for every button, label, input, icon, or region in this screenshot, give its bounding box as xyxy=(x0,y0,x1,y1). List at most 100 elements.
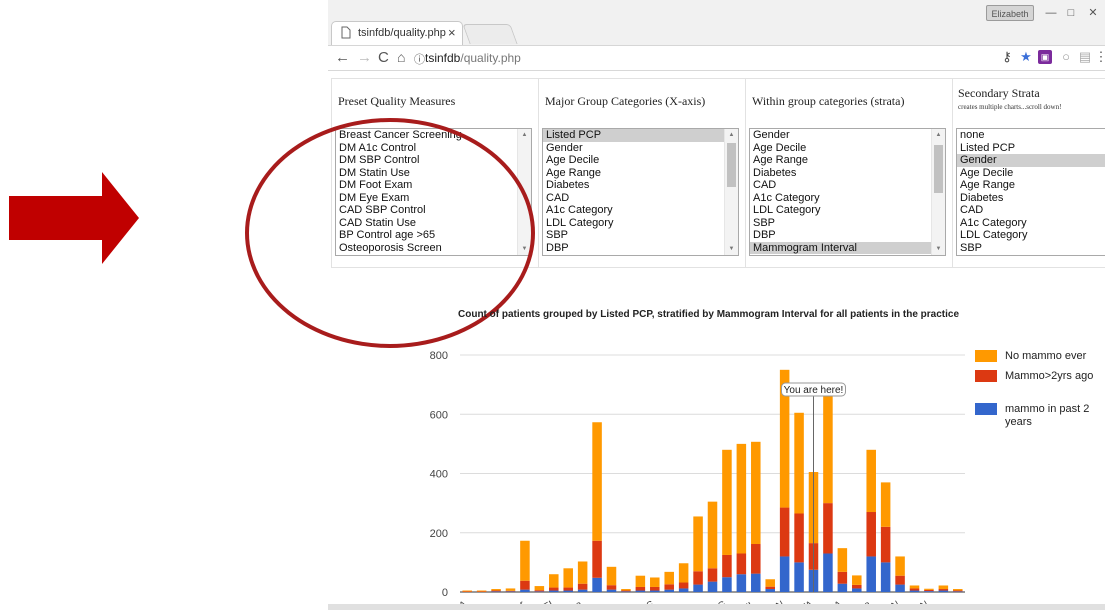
secondary-strata-listbox[interactable]: none Listed PCP Gender Age Decile Age Range D… xyxy=(956,128,1105,256)
user-profile-badge[interactable]: Elizabeth xyxy=(986,5,1034,21)
list-option[interactable]: Diabetes xyxy=(750,167,945,180)
bar-segment xyxy=(577,583,588,590)
bar-segment xyxy=(794,412,804,514)
bar-segment xyxy=(505,591,516,592)
bar-segment xyxy=(837,548,848,572)
bar-segment xyxy=(707,581,718,592)
list-option[interactable]: DBP xyxy=(543,242,738,255)
y-tick-label: 200 xyxy=(430,528,448,540)
bar-segment xyxy=(852,575,862,585)
bar-segment xyxy=(852,588,862,592)
list-option[interactable]: Mammogram Interval xyxy=(750,241,945,254)
bar-segment xyxy=(953,589,963,591)
bar-segment xyxy=(520,540,530,581)
bar-segment xyxy=(534,591,545,592)
extension-icon[interactable]: ▣ xyxy=(1038,50,1052,64)
list-option[interactable]: Gender xyxy=(543,142,738,155)
browser-tab[interactable]: tsinfdb/quality.php × xyxy=(331,21,463,45)
key-icon[interactable]: ⚷ xyxy=(1000,50,1014,64)
bar-segment xyxy=(635,590,646,592)
horizontal-scrollbar[interactable] xyxy=(328,604,1105,610)
bar-segment xyxy=(592,577,602,592)
list-option[interactable]: CAD xyxy=(543,192,738,205)
tab-close-icon[interactable]: × xyxy=(448,25,456,40)
legend-swatch xyxy=(975,370,997,382)
y-tick-label: 0 xyxy=(442,587,448,599)
info-icon[interactable]: ⓘ xyxy=(414,51,425,67)
new-tab-button[interactable] xyxy=(462,24,518,44)
list-option[interactable]: Listed PCP xyxy=(957,142,1105,155)
list-option[interactable]: Age Decile xyxy=(750,142,945,155)
bar-segment xyxy=(924,589,934,592)
list-option[interactable]: Listed PCP xyxy=(543,129,738,142)
bar-segment xyxy=(794,513,804,563)
forward-icon[interactable]: → xyxy=(357,49,372,66)
extension-pdf-icon[interactable]: ▤ xyxy=(1078,50,1092,64)
bar-segment xyxy=(563,568,573,588)
list-option[interactable]: LDL Category xyxy=(957,229,1105,242)
minimize-button[interactable]: — xyxy=(1042,5,1060,21)
list-option[interactable]: Age Decile xyxy=(957,167,1105,180)
bar-segment xyxy=(895,556,905,576)
bar-segment xyxy=(606,585,617,590)
list-option[interactable]: none xyxy=(957,129,1105,142)
list-option[interactable]: Gender xyxy=(750,129,945,142)
bar-segment xyxy=(549,587,559,591)
list-option[interactable]: Age Range xyxy=(750,154,945,167)
bar-segment xyxy=(491,591,501,592)
list-option[interactable]: DBP xyxy=(750,229,945,242)
list-option[interactable]: LDL Category xyxy=(543,217,738,230)
list-option[interactable]: Age Range xyxy=(957,179,1105,192)
bar-segment xyxy=(895,584,905,592)
secondary-header: Secondary Strata xyxy=(958,86,1040,100)
list-option[interactable]: A1c Category xyxy=(957,217,1105,230)
list-option[interactable]: Gender xyxy=(957,154,1105,167)
scrollbar[interactable]: ▲ ▼ xyxy=(931,129,945,255)
menu-kebab-icon[interactable]: ⋮ xyxy=(1094,50,1105,64)
bar-segment xyxy=(722,554,732,578)
maximize-button[interactable]: □ xyxy=(1062,5,1080,21)
bar-segment xyxy=(476,591,487,592)
bar-segment xyxy=(852,584,862,589)
bar-segment xyxy=(779,507,790,557)
list-option[interactable]: Diabetes xyxy=(543,179,738,192)
list-option[interactable]: CAD xyxy=(957,204,1105,217)
scrollbar[interactable]: ▲ ▼ xyxy=(724,129,738,255)
list-option[interactable]: SBP xyxy=(957,242,1105,255)
bar-segment xyxy=(924,591,934,592)
bar-segment xyxy=(606,566,617,586)
back-icon[interactable]: ← xyxy=(335,49,350,66)
list-option[interactable]: SBP xyxy=(750,217,945,230)
list-option[interactable]: LDL Category xyxy=(750,204,945,217)
list-option[interactable]: Diabetes xyxy=(957,192,1105,205)
list-option[interactable]: CAD xyxy=(750,179,945,192)
bookmark-star-icon[interactable]: ★ xyxy=(1019,50,1033,64)
home-icon[interactable]: ⌂ xyxy=(397,49,405,65)
bar-segment xyxy=(678,588,689,592)
legend-swatch xyxy=(975,350,997,362)
bar-segment xyxy=(491,589,501,591)
within-group-listbox[interactable]: Gender Age Decile Age Range Diabetes CAD A1c … xyxy=(749,128,946,256)
bar-segment xyxy=(650,577,660,587)
y-tick-label: 400 xyxy=(430,469,448,481)
major-group-listbox[interactable]: Listed PCP Gender Age Decile Age Range Diabe… xyxy=(542,128,739,256)
list-option[interactable]: Age Decile xyxy=(543,154,738,167)
bar-segment xyxy=(520,589,530,592)
list-option[interactable]: A1c Category xyxy=(543,204,738,217)
preset-header: Preset Quality Measures xyxy=(338,94,456,108)
list-option[interactable]: Age Range xyxy=(543,167,738,180)
url-field[interactable]: tsinfdb/quality.php xyxy=(425,51,521,65)
list-option[interactable]: SBP xyxy=(543,229,738,242)
bar-segment xyxy=(621,589,631,591)
close-window-button[interactable]: ✕ xyxy=(1084,5,1102,21)
reload-icon[interactable]: C xyxy=(378,49,389,66)
bar-segment xyxy=(635,586,646,591)
legend-swatch xyxy=(975,403,997,415)
bar-segment xyxy=(621,590,631,592)
y-tick-label: 600 xyxy=(430,409,448,421)
bar-segment xyxy=(909,588,920,591)
bar-segment xyxy=(462,591,472,592)
list-option[interactable]: A1c Category xyxy=(750,192,945,205)
extension-circle-icon[interactable]: ○ xyxy=(1059,50,1073,64)
bar-segment xyxy=(924,588,934,590)
